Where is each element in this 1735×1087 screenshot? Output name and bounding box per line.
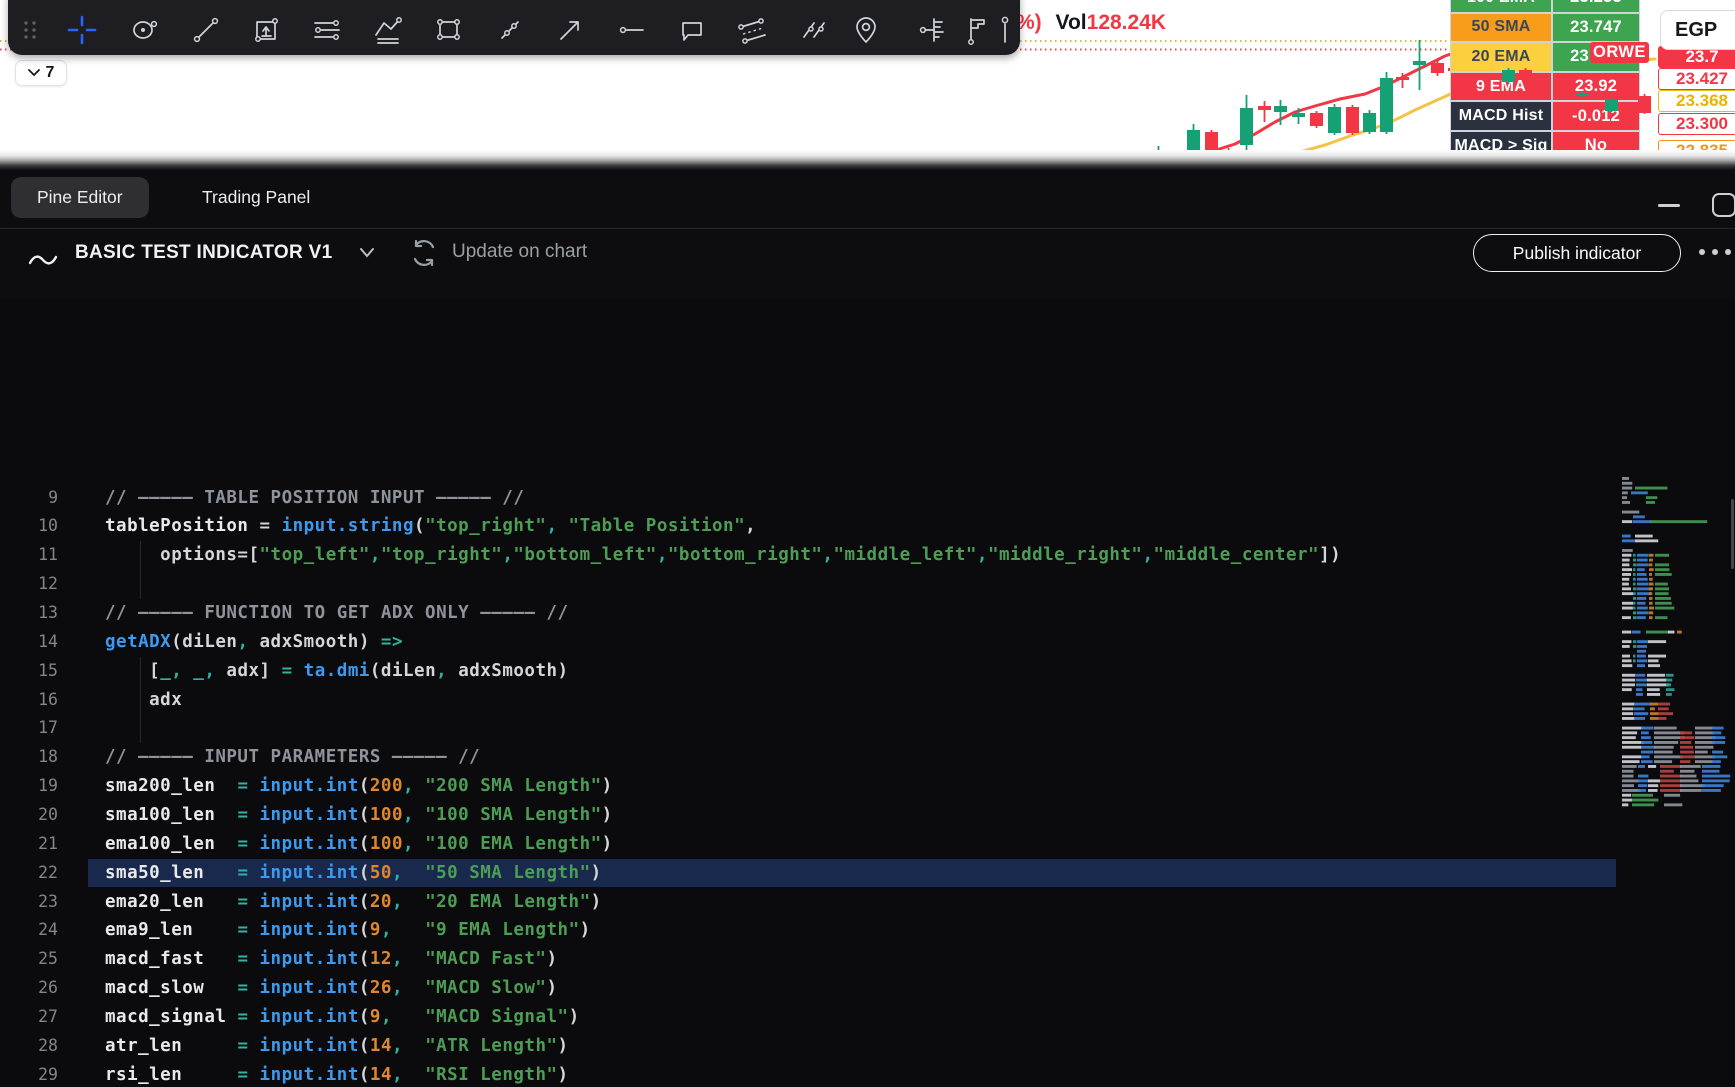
code-line-13[interactable]: 13// ————— FUNCTION TO GET ADX ONLY ————… — [0, 599, 1735, 628]
tradingview-window: %) Vol128.24K 100 EMA23.25350 SMA23.7472… — [0, 0, 1735, 1087]
tool-crosshair-icon[interactable] — [62, 10, 102, 50]
line-number: 27 — [38, 1006, 58, 1026]
tool-map-pin-icon[interactable] — [846, 10, 886, 50]
code-line-9[interactable]: 9// ————— TABLE POSITION INPUT ————— // — [0, 484, 1735, 513]
indicator-wave-icon — [28, 255, 58, 265]
line-number: 22 — [38, 862, 58, 882]
code-line-10[interactable]: 10 tablePosition = input.string("top_righ… — [0, 512, 1735, 541]
code-line-25[interactable]: 25 macd_fast = input.int(12, "MACD Fast") — [0, 945, 1735, 974]
tool-projection-box-icon[interactable] — [247, 10, 287, 50]
code-line-16[interactable]: 16 adx — [0, 686, 1735, 715]
refresh-icon[interactable] — [408, 237, 440, 269]
tool-rectangle-icon[interactable] — [429, 10, 469, 50]
code-line-12[interactable]: 12 — [0, 570, 1735, 599]
price-axis-label: 23.300 — [1658, 113, 1735, 135]
script-header: BASIC TEST INDICATOR V1 Update on chart … — [0, 229, 1735, 299]
maximize-icon[interactable] — [1712, 193, 1735, 217]
drawing-toolbar — [8, 0, 1020, 55]
line-number: 29 — [38, 1064, 58, 1084]
tool-vertical-stick-icon[interactable] — [985, 10, 1025, 50]
code-line-11[interactable]: 11 options=["top_left","top_right","bott… — [0, 541, 1735, 570]
line-number: 10 — [38, 516, 58, 536]
code-line-18[interactable]: 18// ————— INPUT PARAMETERS ————— // — [0, 743, 1735, 772]
code-line-28[interactable]: 28 atr_len = input.int(14, "ATR Length") — [0, 1032, 1735, 1061]
chart-area[interactable]: %) Vol128.24K 100 EMA23.25350 SMA23.7472… — [0, 0, 1735, 170]
line-number: 12 — [38, 574, 58, 594]
tool-segment-icon[interactable] — [490, 10, 530, 50]
script-title[interactable]: BASIC TEST INDICATOR V1 — [75, 242, 332, 264]
line-number: 24 — [38, 920, 58, 940]
tool-callout-icon[interactable] — [672, 10, 712, 50]
tool-horizontal-ray-icon[interactable] — [611, 10, 651, 50]
price-axis-label: 23.368 — [1658, 90, 1735, 112]
bar-replay-count-button[interactable]: 7 — [15, 60, 67, 86]
line-number: 25 — [38, 949, 58, 969]
indent-guide — [140, 656, 141, 744]
tool-trend-line-icon[interactable] — [186, 10, 226, 50]
tool-polyline-icon[interactable] — [368, 10, 408, 50]
tool-horizontal-levels-icon[interactable] — [307, 10, 347, 50]
line-number: 16 — [38, 689, 58, 709]
line-number: 28 — [38, 1035, 58, 1055]
code-line-29[interactable]: 29 rsi_len = input.int(14, "RSI Length") — [0, 1061, 1735, 1087]
panel-shadow — [0, 150, 1735, 170]
code-line-22[interactable]: 22 sma50_len = input.int(50, "50 SMA Leng… — [0, 859, 1735, 888]
code-editor[interactable]: 9// ————— TABLE POSITION INPUT ————— //1… — [0, 299, 1735, 1087]
bar-count: 7 — [45, 64, 55, 81]
currency-button[interactable]: EGP — [1660, 10, 1735, 50]
line-number: 17 — [38, 718, 58, 738]
pine-editor-panel: Pine Editor Trading Panel BASIC TEST IND… — [0, 170, 1735, 1087]
indent-guide — [140, 541, 141, 599]
line-number: 13 — [38, 603, 58, 622]
line-number: 23 — [38, 891, 58, 911]
code-line-27[interactable]: 27 macd_signal = input.int(9, "MACD Signa… — [0, 1003, 1735, 1032]
scrollbar-thumb[interactable] — [1731, 499, 1734, 569]
line-number: 18 — [38, 747, 58, 767]
minimize-icon[interactable] — [1658, 204, 1680, 207]
code-line-17[interactable]: 17 — [0, 714, 1735, 743]
tab-pine-editor[interactable]: Pine Editor — [11, 177, 149, 218]
chevron-down-icon — [27, 69, 40, 77]
line-number: 11 — [38, 545, 58, 565]
line-number: 14 — [38, 631, 58, 651]
tab-trading-panel[interactable]: Trading Panel — [176, 177, 336, 218]
tool-cross-lines-icon[interactable] — [794, 10, 834, 50]
code-line-23[interactable]: 23 ema20_len = input.int(20, "20 EMA Leng… — [0, 888, 1735, 917]
code-line-14[interactable]: 14 getADX(diLen, adxSmooth) => — [0, 628, 1735, 657]
price-axis-label: 23.427 — [1658, 68, 1735, 90]
tool-price-levels-icon[interactable] — [910, 10, 950, 50]
more-options-icon[interactable] — [1699, 249, 1731, 255]
tool-parallel-channel-icon[interactable] — [733, 10, 773, 50]
tool-circle-point-icon[interactable] — [125, 10, 165, 50]
minimap[interactable] — [1622, 477, 1732, 977]
line-number: 21 — [38, 833, 58, 853]
update-on-chart-button[interactable]: Update on chart — [452, 241, 587, 263]
tool-arrow-icon[interactable] — [550, 10, 590, 50]
line-number: 15 — [38, 660, 58, 680]
code-line-20[interactable]: 20 sma100_len = input.int(100, "100 SMA L… — [0, 801, 1735, 830]
line-number: 20 — [38, 804, 58, 824]
publish-indicator-button[interactable]: Publish indicator — [1473, 234, 1681, 272]
chevron-down-icon[interactable] — [358, 247, 376, 259]
code-line-19[interactable]: 19 sma200_len = input.int(200, "200 SMA L… — [0, 772, 1735, 801]
code-line-24[interactable]: 24 ema9_len = input.int(9, "9 EMA Length"… — [0, 916, 1735, 945]
line-number: 9 — [48, 487, 58, 507]
line-number: 19 — [38, 776, 58, 796]
code-line-26[interactable]: 26 macd_slow = input.int(26, "MACD Slow") — [0, 974, 1735, 1003]
code-line-15[interactable]: 15 [_, _, adx] = ta.dmi(diLen, adxSmooth… — [0, 657, 1735, 686]
tool-grip-dots-icon[interactable] — [10, 10, 50, 50]
line-number: 26 — [38, 978, 58, 998]
code-line-21[interactable]: 21 ema100_len = input.int(100, "100 EMA L… — [0, 830, 1735, 859]
